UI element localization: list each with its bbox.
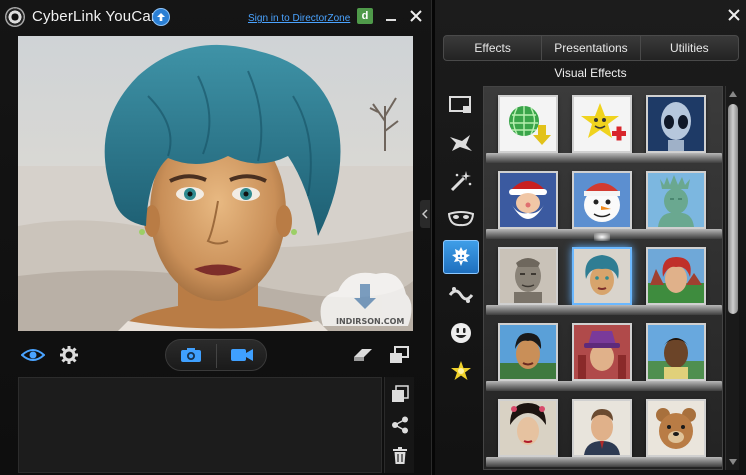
- capture-mode-group: [165, 339, 267, 371]
- capture-control-bar: [0, 336, 432, 374]
- watermark-text: INDIRSON.COM: [336, 317, 404, 326]
- effect-tile-red-hair[interactable]: [646, 247, 706, 305]
- app-title: CyberLink YouCam: [32, 8, 164, 25]
- effects-grid: [483, 86, 723, 470]
- effect-tile-terracotta[interactable]: [498, 247, 558, 305]
- eye-icon[interactable]: [20, 344, 46, 366]
- tab-effects[interactable]: Effects: [444, 36, 543, 60]
- splash-icon[interactable]: [443, 278, 479, 312]
- effects-row: [484, 239, 722, 315]
- scroll-thumb[interactable]: [728, 104, 738, 314]
- app-logo-icon: [5, 7, 25, 27]
- preview-pane: CyberLink YouCam Sign in to DirectorZone…: [0, 0, 432, 475]
- effect-tile-teddy[interactable]: [646, 399, 706, 457]
- effect-tile-alien[interactable]: [646, 95, 706, 153]
- effect-tile-suit[interactable]: [572, 399, 632, 457]
- effects-row: [484, 87, 722, 163]
- mask-icon[interactable]: [443, 202, 479, 236]
- tab-presentations[interactable]: Presentations: [542, 36, 641, 60]
- close-button[interactable]: [406, 6, 426, 26]
- effects-scrollbar[interactable]: [725, 86, 739, 470]
- effect-tile-snowman[interactable]: [572, 171, 632, 229]
- scroll-up-icon[interactable]: [727, 88, 739, 100]
- effect-tile-download[interactable]: [498, 95, 558, 153]
- effect-tile-purple-hat[interactable]: [572, 323, 632, 381]
- effects-row: [484, 391, 722, 467]
- eraser-icon[interactable]: [352, 344, 374, 366]
- directorzone-icon[interactable]: d: [357, 8, 373, 24]
- gear-icon[interactable]: [58, 344, 80, 366]
- camera-preview: INDIRSON.COM: [18, 36, 413, 331]
- effect-tile-black-hair[interactable]: [498, 323, 558, 381]
- sparkle-icon[interactable]: [443, 354, 479, 388]
- panel-tabs: Effects Presentations Utilities: [443, 35, 739, 61]
- emoticon-icon[interactable]: [443, 316, 479, 350]
- effects-row: [484, 315, 722, 391]
- video-camera-icon[interactable]: [228, 345, 256, 365]
- section-title: Visual Effects: [554, 66, 627, 80]
- effect-tile-geisha[interactable]: [498, 399, 558, 457]
- capture-library[interactable]: [18, 377, 382, 473]
- update-arrow-icon[interactable]: [152, 8, 170, 26]
- export-icon[interactable]: [389, 383, 411, 405]
- youcam-window: CyberLink YouCam Sign in to DirectorZone…: [0, 0, 746, 475]
- dual-screen-icon[interactable]: [388, 344, 410, 366]
- magic-wand-icon[interactable]: [443, 164, 479, 198]
- scroll-down-icon[interactable]: [727, 456, 739, 468]
- effect-tile-liberty[interactable]: [646, 171, 706, 229]
- library-actions: [384, 377, 414, 473]
- effects-row: [484, 163, 722, 239]
- effect-tile-add[interactable]: [572, 95, 632, 153]
- camera-icon[interactable]: [178, 345, 204, 365]
- share-icon[interactable]: [389, 414, 411, 436]
- minimize-button[interactable]: [381, 6, 401, 26]
- collapse-panel-button[interactable]: [420, 200, 430, 228]
- effect-tile-dark-skin[interactable]: [646, 323, 706, 381]
- effect-categories: [441, 86, 481, 470]
- particle-icon[interactable]: [443, 126, 479, 160]
- avatar-icon[interactable]: [443, 240, 479, 274]
- tab-utilities[interactable]: Utilities: [641, 36, 738, 60]
- signin-directorzone-link[interactable]: Sign in to DirectorZone: [248, 13, 350, 24]
- effect-tile-santa[interactable]: [498, 171, 558, 229]
- effects-panel: Effects Presentations Utilities Visual E…: [435, 0, 746, 475]
- spotlight-glow: [594, 233, 610, 241]
- trash-icon[interactable]: [389, 445, 411, 467]
- close-panel-button[interactable]: [725, 6, 743, 24]
- title-bar: CyberLink YouCam Sign in to DirectorZone…: [0, 0, 432, 34]
- effect-tile-teal-hair[interactable]: [572, 247, 632, 305]
- frame-icon[interactable]: [443, 88, 479, 122]
